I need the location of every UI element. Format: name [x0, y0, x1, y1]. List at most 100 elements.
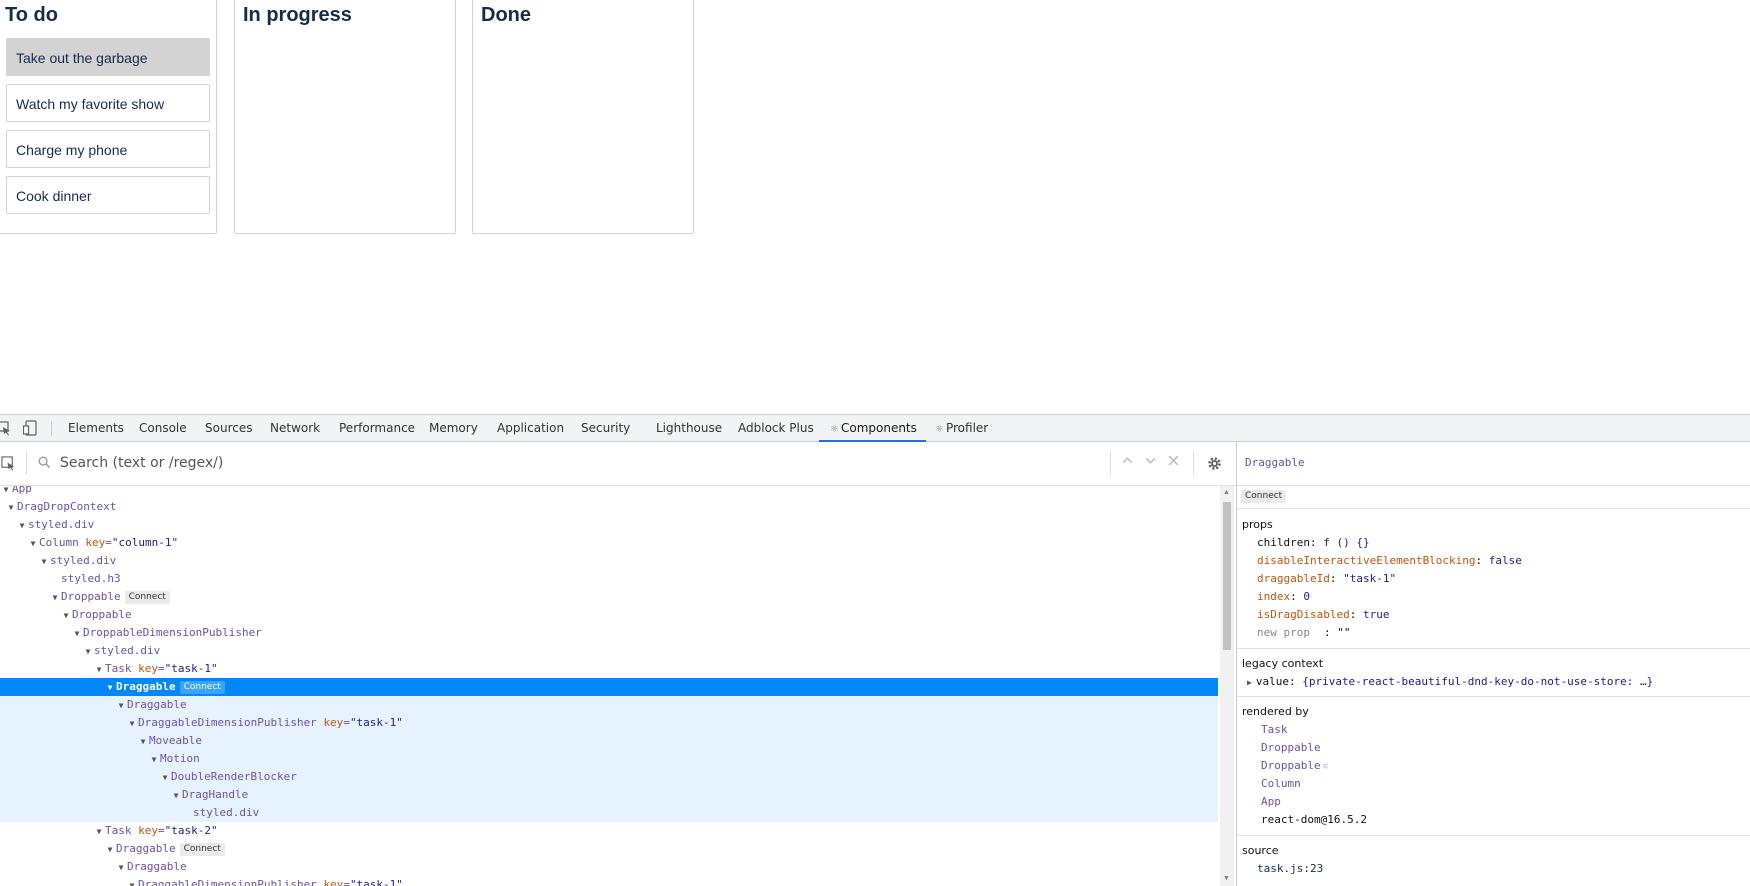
tab-application[interactable]: Application	[497, 415, 564, 442]
tab-performance[interactable]: Performance	[339, 415, 415, 442]
tree-row[interactable]: styled.div	[0, 804, 1218, 822]
tree-row[interactable]: ▼ Draggable	[0, 858, 1218, 876]
tree-row[interactable]: ▼ Task key="task-1"	[0, 660, 1218, 678]
source-location[interactable]: task.js:23	[1257, 862, 1323, 875]
tree-row[interactable]: ▼ Droppable Connect	[0, 588, 1218, 606]
tree-row[interactable]: ▼ styled.div	[0, 642, 1218, 660]
tree-row[interactable]: ▼ Draggable	[0, 696, 1218, 714]
device-toolbar-icon[interactable]	[22, 420, 39, 436]
prop-row[interactable]: disableInteractiveElementBlocking: false	[1257, 554, 1522, 567]
expand-arrow-icon[interactable]: ▼	[38, 553, 50, 571]
expand-arrow-icon[interactable]: ▼	[82, 643, 94, 661]
owner-link[interactable]: Droppable ≡	[1261, 759, 1328, 772]
hoc-badge: Connect	[179, 843, 225, 856]
chevron-down-icon[interactable]	[1145, 455, 1156, 469]
tree-row[interactable]: ▼ App	[0, 486, 1218, 498]
owner-link[interactable]: Droppable	[1261, 741, 1321, 754]
key-equals: =	[105, 536, 112, 549]
expand-arrow-icon[interactable]: ▼	[16, 517, 28, 535]
tree-row[interactable]: ▼ Motion	[0, 750, 1218, 768]
close-icon[interactable]	[1168, 455, 1179, 469]
prop-value[interactable]: "task-1"	[1343, 572, 1396, 585]
scrollbar-thumb[interactable]	[1223, 502, 1231, 650]
tree-row[interactable]: ▼ DraggableDimensionPublisher key="task-1…	[0, 876, 1218, 886]
tab-console[interactable]: Console	[139, 415, 187, 442]
tree-row[interactable]: ▼ Moveable	[0, 732, 1218, 750]
tree-row[interactable]: styled.h3	[0, 570, 1218, 588]
prop-value[interactable]: true	[1363, 608, 1390, 621]
owner-link[interactable]: App	[1261, 795, 1281, 808]
expand-arrow-icon[interactable]: ▼	[104, 841, 116, 859]
expand-arrow-icon[interactable]: ▼	[27, 535, 39, 553]
tree-row[interactable]: ▼ styled.div	[0, 552, 1218, 570]
task-card[interactable]: Take out the garbage	[6, 38, 210, 76]
new-prop-value-input[interactable]: : ""	[1324, 626, 1351, 639]
tab-security[interactable]: Security	[581, 415, 630, 442]
expand-arrow-icon[interactable]: ▼	[126, 877, 138, 886]
column-title: In progress	[243, 4, 352, 26]
prop-value[interactable]: false	[1489, 554, 1522, 567]
tree-row[interactable]: ▼ Droppable	[0, 606, 1218, 624]
tab-elements[interactable]: Elements	[68, 415, 124, 442]
hoc-badge: Connect	[179, 681, 225, 694]
expand-arrow-icon[interactable]: ▼	[159, 769, 171, 787]
expand-arrow-icon[interactable]: ▼	[104, 679, 116, 697]
tab-components[interactable]: ⚛ Components	[819, 415, 926, 442]
task-card[interactable]: Cook dinner	[6, 176, 210, 214]
expand-arrow-icon[interactable]: ▼	[148, 751, 160, 769]
expand-arrow-icon[interactable]: ▼	[93, 661, 105, 679]
gear-icon[interactable]	[1207, 456, 1222, 476]
expand-arrow-icon[interactable]: ▼	[115, 697, 127, 715]
prop-value[interactable]: f () {}	[1323, 536, 1369, 549]
expand-arrow-icon[interactable]: ▼	[5, 499, 17, 517]
inspect-element-icon[interactable]	[0, 420, 12, 436]
expand-arrow-icon[interactable]: ▼	[170, 787, 182, 805]
tab-memory[interactable]: Memory	[429, 415, 478, 442]
tree-row[interactable]: ▼ DoubleRenderBlocker	[0, 768, 1218, 786]
tab-sources[interactable]: Sources	[205, 415, 252, 442]
prop-row[interactable]: children: f () {}	[1257, 536, 1370, 549]
tree-row[interactable]: ▼ Task key="task-2"	[0, 822, 1218, 840]
task-card[interactable]: Watch my favorite show	[6, 84, 210, 122]
chevron-up-icon[interactable]	[1122, 455, 1133, 469]
scroll-down-icon[interactable]: ▼	[1223, 875, 1230, 882]
tab-lighthouse[interactable]: Lighthouse	[656, 415, 722, 442]
tab-profiler[interactable]: ⚛ Profiler	[935, 415, 988, 442]
scroll-up-icon[interactable]: ▲	[1223, 489, 1230, 496]
expand-arrow-icon[interactable]: ▼	[126, 715, 138, 733]
tree-row[interactable]: ▼ DroppableDimensionPublisher	[0, 624, 1218, 642]
divider	[1237, 835, 1750, 836]
expand-arrow-icon[interactable]: ▼	[49, 589, 61, 607]
prop-value[interactable]: {private-react-beautiful-dnd-key-do-not-…	[1302, 675, 1653, 688]
expand-arrow-icon[interactable]: ▼	[60, 607, 72, 625]
task-card[interactable]: Charge my phone	[6, 130, 210, 168]
tree-row[interactable]: ▼ DragDropContext	[0, 498, 1218, 516]
tree-row[interactable]: ▼ Draggable Connect	[0, 840, 1218, 858]
owner-link[interactable]: Column	[1261, 777, 1301, 790]
search-input[interactable]: Search (text or /regex/)	[60, 455, 223, 471]
prop-row[interactable]: draggableId: "task-1"	[1257, 572, 1396, 585]
tree-row[interactable]: ▼ DragHandle	[0, 786, 1218, 804]
tree-row[interactable]: ▼ Column key="column-1"	[0, 534, 1218, 552]
select-component-icon[interactable]	[1, 456, 16, 476]
expand-arrow-icon[interactable]: ▶	[1247, 678, 1252, 687]
legacy-context-row[interactable]: ▶ value: {private-react-beautiful-dnd-key…	[1247, 675, 1653, 688]
expand-arrow-icon[interactable]: ▼	[137, 733, 149, 751]
tab-network[interactable]: Network	[270, 415, 320, 442]
expand-arrow-icon[interactable]: ▼	[71, 625, 83, 643]
expand-arrow-icon[interactable]: ▼	[115, 859, 127, 877]
tree-scrollbar[interactable]: ▲ ▼	[1220, 486, 1234, 886]
prop-colon: :	[1290, 590, 1304, 603]
expand-arrow-icon[interactable]: ▼	[93, 823, 105, 841]
tab-adblock-plus[interactable]: Adblock Plus	[738, 415, 814, 442]
search-divider	[1110, 451, 1111, 475]
new-prop-key-input[interactable]: new prop	[1257, 626, 1310, 639]
prop-row[interactable]: isDragDisabled: true	[1257, 608, 1389, 621]
tree-row[interactable]: ▼ styled.div	[0, 516, 1218, 534]
tree-row[interactable]: ▼ Draggable Connect	[0, 678, 1218, 696]
tree-row[interactable]: ▼ DraggableDimensionPublisher key="task-1…	[0, 714, 1218, 732]
prop-row[interactable]: index: 0	[1257, 590, 1310, 603]
owner-link[interactable]: Task	[1261, 723, 1288, 736]
new-prop-row[interactable]: new prop : ""	[1257, 626, 1350, 639]
prop-value[interactable]: 0	[1303, 590, 1310, 603]
